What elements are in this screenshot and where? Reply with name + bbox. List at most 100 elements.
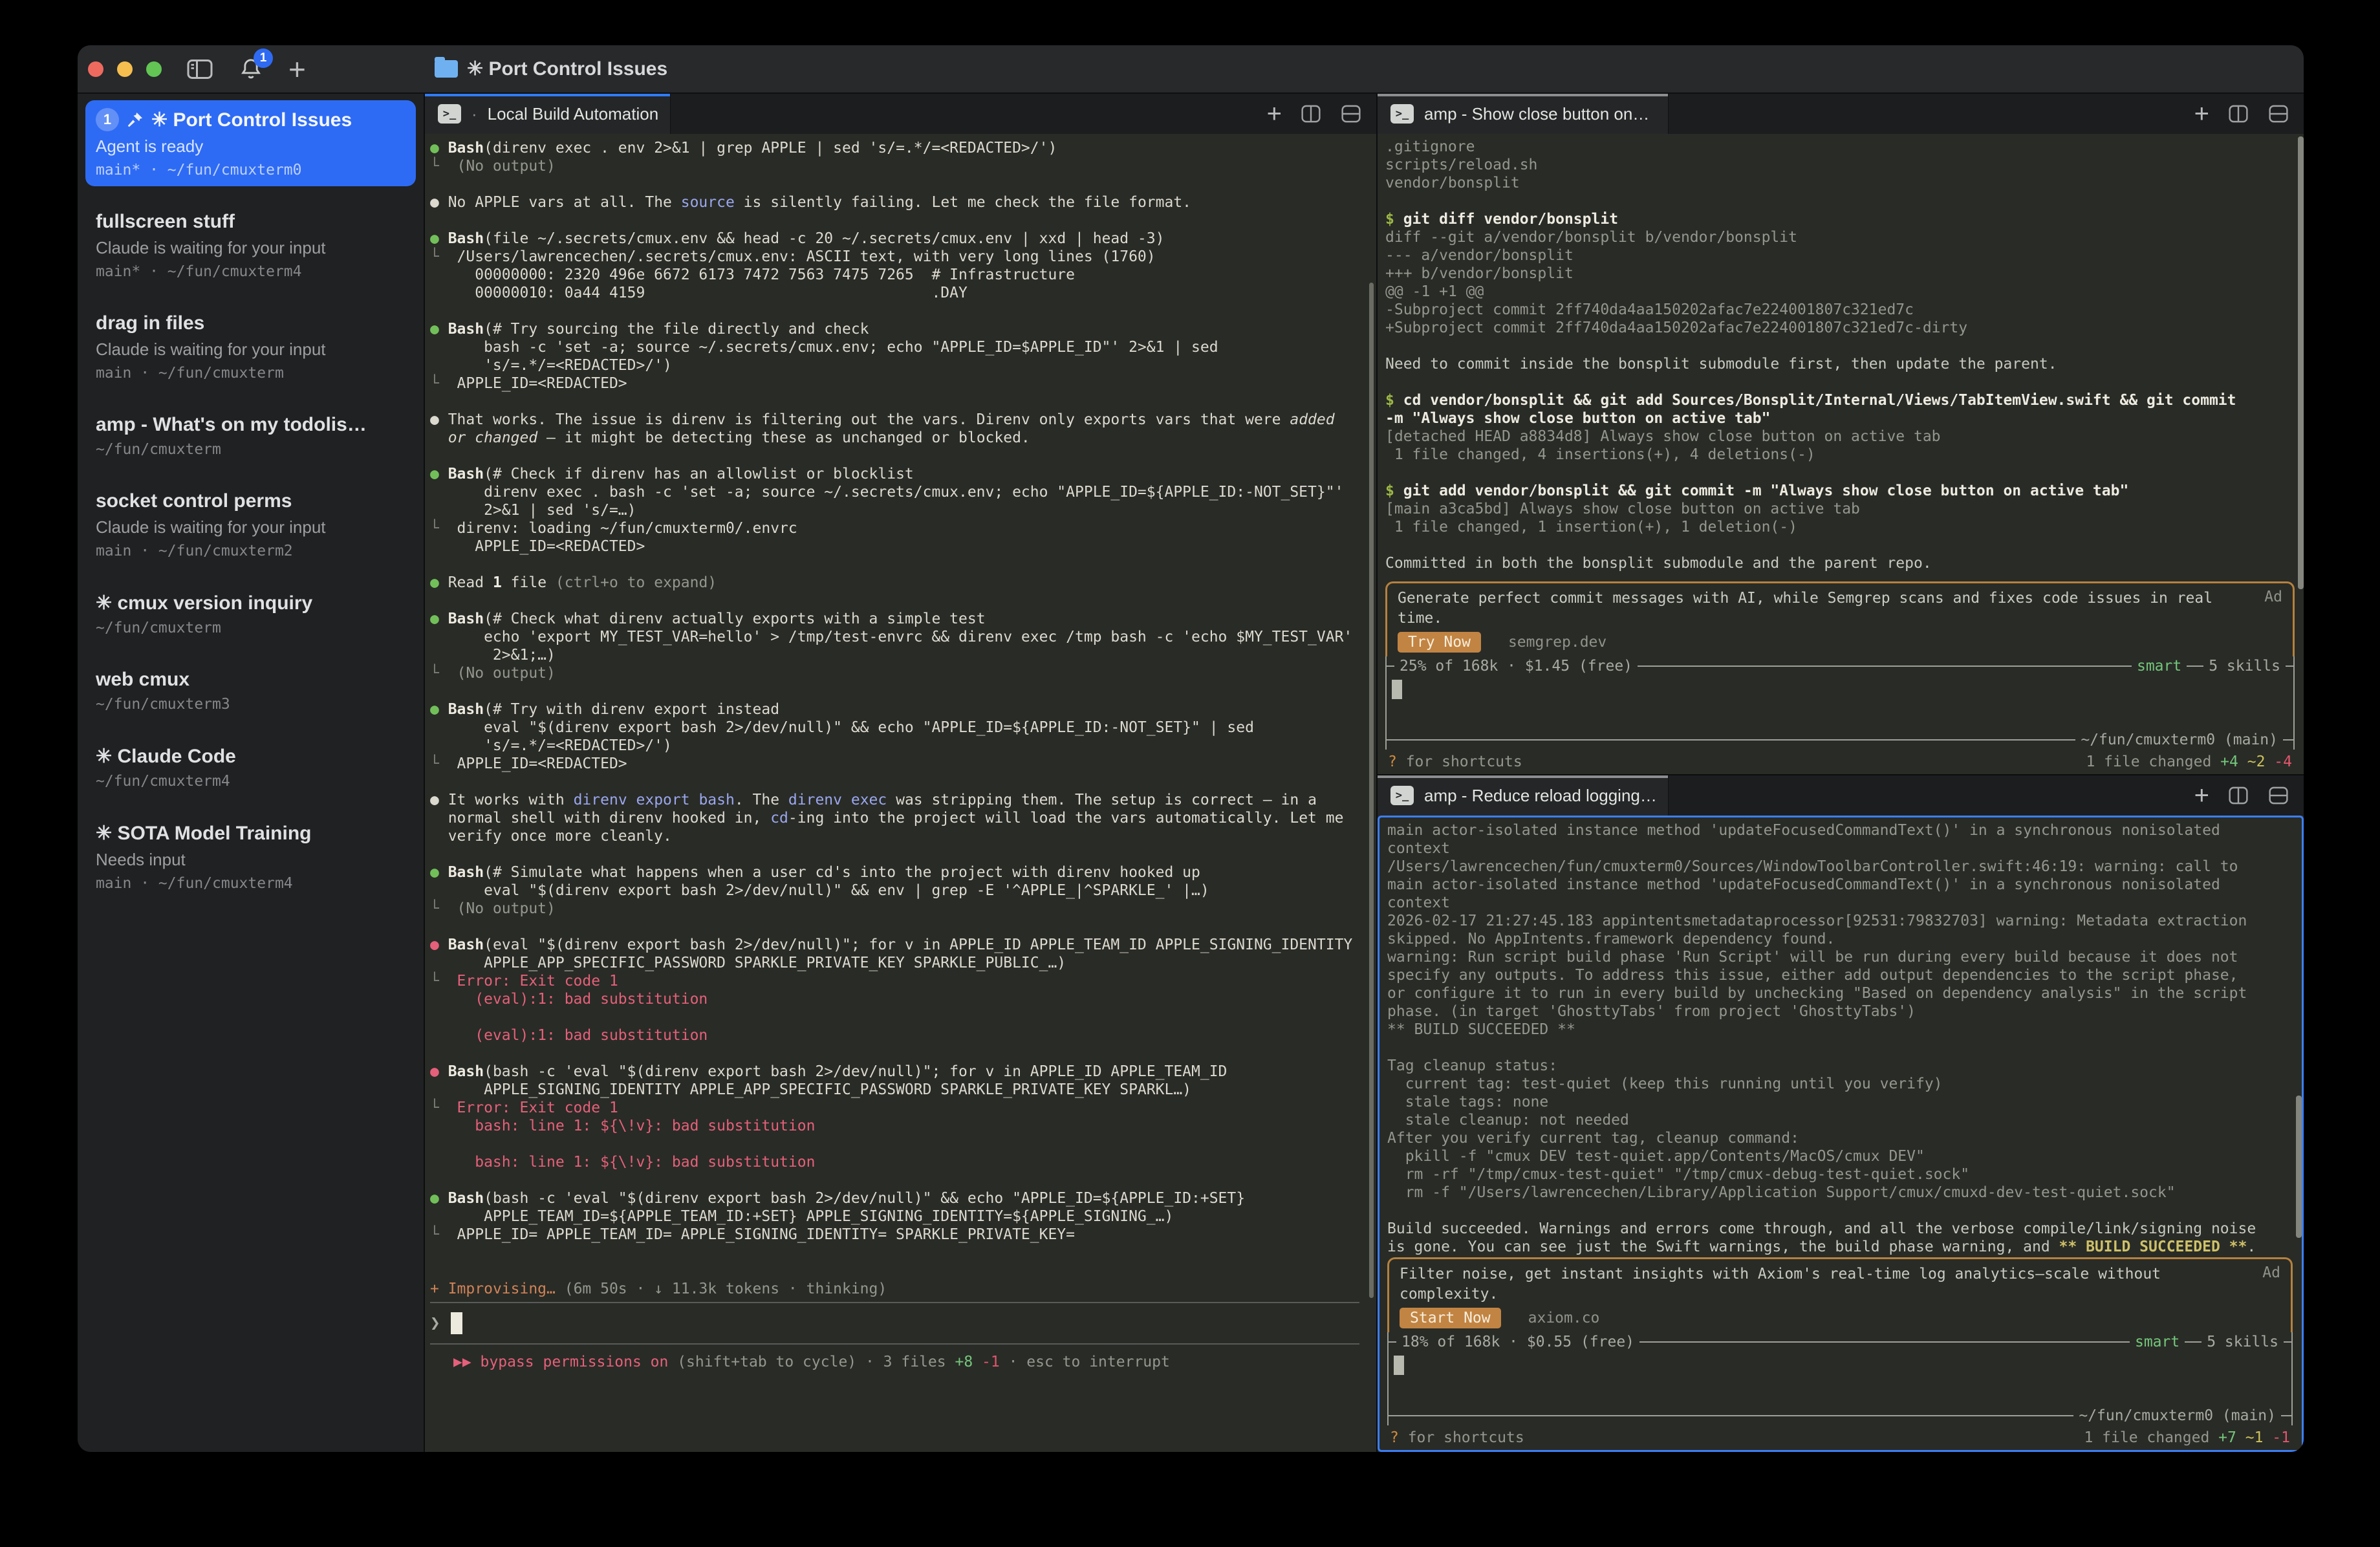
terminal-icon: >_ bbox=[1390, 786, 1414, 805]
sidebar-item[interactable]: ✳ SOTA Model TrainingNeeds inputmain · ~… bbox=[85, 814, 416, 900]
context-usage: 25% of 168k · $1.45 (free) bbox=[1394, 658, 1638, 675]
sidebar-item[interactable]: ✳ cmux version inquiry~/fun/cmuxterm bbox=[85, 584, 416, 644]
terminal-line: └ APPLE_ID=<REDACTED> bbox=[430, 755, 1376, 773]
scrollbar-thumb[interactable] bbox=[2298, 136, 2304, 589]
scrollbar-thumb[interactable] bbox=[2296, 1096, 2302, 1238]
input-area[interactable] bbox=[1389, 1352, 2291, 1406]
terminal-line: └ /Users/lawrencechen/.secrets/cmux.env:… bbox=[430, 248, 1376, 266]
right-bottom-pane: >_ amp - Reduce reload logging… + main a… bbox=[1378, 774, 2304, 1452]
claude-terminal[interactable]: ● Bash(direnv exec . env 2>&1 | grep APP… bbox=[425, 134, 1376, 1452]
split-horizontal-icon[interactable] bbox=[2267, 103, 2289, 125]
new-tab-icon[interactable]: + bbox=[2194, 786, 2209, 805]
terminal-line: + Improvising… (6m 50s · ↓ 11.3k tokens … bbox=[430, 1280, 1376, 1298]
terminal-line bbox=[1387, 1039, 2293, 1057]
terminal-line: ● Bash(# Try sourcing the file directly … bbox=[430, 320, 1376, 338]
new-tab-icon[interactable]: + bbox=[2194, 104, 2209, 124]
notification-badge: 1 bbox=[254, 49, 273, 68]
tab-amp-reduce-reload-logging[interactable]: >_ amp - Reduce reload logging… bbox=[1378, 775, 1669, 816]
new-tab-icon[interactable]: + bbox=[1267, 104, 1282, 124]
ad-label: Ad bbox=[2264, 589, 2282, 605]
split-vertical-icon[interactable] bbox=[2227, 103, 2249, 125]
terminal-line bbox=[1385, 536, 2295, 554]
sidebar-item[interactable]: fullscreen stuffClaude is waiting for yo… bbox=[85, 203, 416, 288]
terminal-line: pkill -f "cmux DEV test-quiet.app/Conten… bbox=[1387, 1147, 2293, 1165]
amp-input-box[interactable]: 18% of 168k · $0.55 (free) smart 5 skill… bbox=[1387, 1332, 2293, 1425]
session-path: main* · ~/fun/cmuxterm0 bbox=[96, 162, 406, 178]
terminal-line: APPLE_TEAM_ID=${APPLE_TEAM_ID:+SET} APPL… bbox=[430, 1207, 1376, 1226]
sidebar-item[interactable]: socket control permsClaude is waiting fo… bbox=[85, 482, 416, 567]
input-context-row: 25% of 168k · $1.45 (free) smart 5 skill… bbox=[1387, 656, 2293, 676]
sidebar-item[interactable]: web cmux~/fun/cmuxterm3 bbox=[85, 661, 416, 720]
terminal-line: Need to commit inside the bonsplit submo… bbox=[1385, 355, 2295, 373]
mode-label: smart bbox=[2130, 1334, 2185, 1350]
amp-input-box[interactable]: 25% of 168k · $1.45 (free) smart 5 skill… bbox=[1385, 656, 2295, 750]
split-vertical-icon[interactable] bbox=[1300, 103, 1322, 125]
scrollbar-thumb[interactable] bbox=[1369, 283, 1374, 1298]
amp-terminal[interactable]: .gitignorescripts/reload.shvendor/bonspl… bbox=[1378, 134, 2304, 774]
amp-terminal-focused[interactable]: main actor-isolated instance method 'upd… bbox=[1378, 816, 2304, 1452]
terminal-line: /Users/lawrencechen/fun/cmuxterm0/Source… bbox=[1387, 858, 2293, 876]
ad-text: complexity. bbox=[1400, 1284, 2280, 1304]
terminal-line bbox=[430, 175, 1376, 193]
skills-label: 5 skills bbox=[2202, 1334, 2284, 1350]
terminal-line: +Subproject commit 2ff740da4aa150202afac… bbox=[1385, 319, 2295, 337]
prompt-row[interactable]: ❯ bbox=[430, 1303, 1376, 1343]
session-status: Claude is waiting for your input bbox=[96, 238, 406, 258]
split-horizontal-icon[interactable] bbox=[1340, 103, 1362, 125]
middle-pane: >_ · Local Build Automation + ● Bash(dir… bbox=[424, 94, 1376, 1452]
toggle-sidebar-icon[interactable] bbox=[186, 58, 213, 81]
terminal-line: or configure it to run in every build by… bbox=[1387, 984, 2293, 1002]
notifications-bell-icon[interactable]: 1 bbox=[238, 56, 264, 82]
session-path: ~/fun/cmuxterm bbox=[96, 441, 406, 458]
ad-url[interactable]: semgrep.dev bbox=[1508, 634, 1606, 651]
terminal-line: ● Bash(file ~/.secrets/cmux.env && head … bbox=[430, 230, 1376, 248]
terminal-line: stale tags: none bbox=[1387, 1093, 2293, 1111]
terminal-line: ● Bash(direnv exec . env 2>&1 | grep APP… bbox=[430, 139, 1376, 157]
new-session-button[interactable]: + bbox=[288, 60, 306, 79]
amp-status-bar: ? for shortcuts 1 file changed +7 ~1 -1 bbox=[1387, 1425, 2293, 1450]
right-top-pane: >_ amp - Show close button on… + .gitign… bbox=[1378, 94, 2304, 774]
start-now-button[interactable]: Start Now bbox=[1400, 1308, 1501, 1328]
session-title: amp - What's on my todolis… bbox=[96, 414, 367, 436]
split-horizontal-icon[interactable] bbox=[2267, 784, 2289, 806]
terminal-line bbox=[430, 592, 1376, 610]
close-window-button[interactable] bbox=[88, 61, 103, 77]
session-title: socket control perms bbox=[96, 490, 292, 512]
terminal-line: ** BUILD SUCCEEDED ** bbox=[1387, 1021, 2293, 1039]
minimize-window-button[interactable] bbox=[117, 61, 133, 77]
shortcuts-hint: ? for shortcuts bbox=[1390, 1429, 1524, 1446]
terminal-line: APPLE_ID=<REDACTED> bbox=[430, 537, 1376, 556]
terminal-line bbox=[1385, 373, 2295, 391]
sidebar-item[interactable]: drag in filesClaude is waiting for your … bbox=[85, 305, 416, 389]
input-area[interactable] bbox=[1387, 676, 2293, 730]
session-title: ✳ SOTA Model Training bbox=[96, 822, 311, 845]
terminal-line: $ git add vendor/bonsplit && git commit … bbox=[1385, 482, 2295, 500]
ad-box: Ad Generate perfect commit messages with… bbox=[1385, 581, 2295, 656]
terminal-line: ● Bash(bash -c 'eval "$(direnv export ba… bbox=[430, 1063, 1376, 1081]
sidebar-item[interactable]: ✳ Claude Code~/fun/cmuxterm4 bbox=[85, 737, 416, 797]
terminal-line: +++ b/vendor/bonsplit bbox=[1385, 265, 2295, 283]
session-title: ✳ cmux version inquiry bbox=[96, 592, 312, 614]
zoom-window-button[interactable] bbox=[146, 61, 162, 77]
split-vertical-icon[interactable] bbox=[2227, 784, 2249, 806]
terminal-line bbox=[430, 556, 1376, 574]
try-now-button[interactable]: Try Now bbox=[1398, 632, 1481, 653]
mode-label: smart bbox=[2132, 658, 2187, 675]
sidebar-item[interactable]: amp - What's on my todolis… ~/fun/cmuxter… bbox=[85, 406, 416, 466]
terminal-line: $ git diff vendor/bonsplit bbox=[1385, 210, 2295, 228]
terminal-line: └ (No output) bbox=[430, 900, 1376, 918]
terminal-line: context bbox=[1387, 894, 2293, 912]
terminal-line: Committed in both the bonsplit submodule… bbox=[1385, 554, 2295, 572]
ad-url[interactable]: axiom.co bbox=[1528, 1310, 1600, 1326]
session-status: Needs input bbox=[96, 850, 406, 870]
tab-amp-show-close-button[interactable]: >_ amp - Show close button on… bbox=[1378, 94, 1669, 134]
terminal-line: scripts/reload.sh bbox=[1385, 156, 2295, 174]
sidebar: 1✳ Port Control IssuesAgent is readymain… bbox=[78, 94, 424, 1452]
sidebar-item[interactable]: 1✳ Port Control IssuesAgent is readymain… bbox=[85, 100, 416, 186]
terminal-line: 1 file changed, 1 insertion(+), 1 deleti… bbox=[1385, 518, 2295, 536]
terminal-line: ● Bash(# Check what direnv actually expo… bbox=[430, 610, 1376, 628]
titlebar: 1 + ✳ Port Control Issues bbox=[78, 45, 2304, 94]
terminal-line: echo 'export MY_TEST_VAR=hello' > /tmp/t… bbox=[430, 628, 1376, 646]
terminal-line: specify any outputs. To address this iss… bbox=[1387, 966, 2293, 984]
tab-local-build-automation[interactable]: >_ · Local Build Automation bbox=[425, 94, 671, 134]
